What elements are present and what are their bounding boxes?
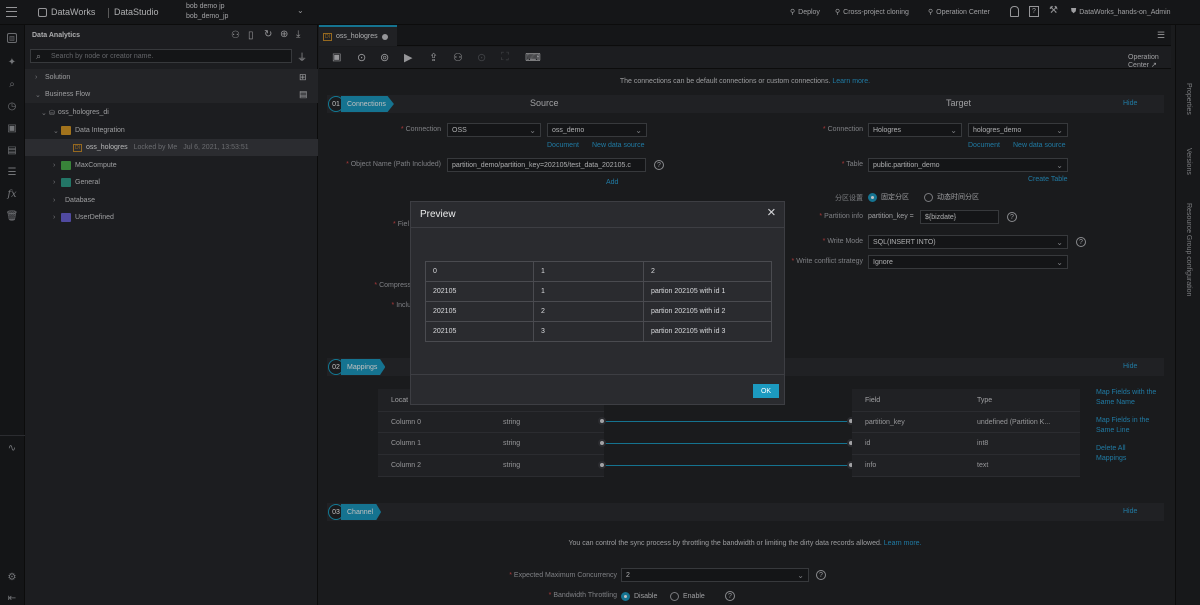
column-header: 1	[533, 261, 644, 282]
table-cell: 202105	[425, 321, 534, 342]
table-cell: 3	[533, 321, 644, 342]
table-header-row: 0 1 2	[425, 261, 772, 282]
table-cell: partion 202105 with id 2	[643, 301, 772, 322]
dialog-divider	[411, 227, 784, 228]
table-cell: 202105	[425, 281, 534, 302]
table-cell: 1	[533, 281, 644, 302]
preview-title: Preview	[420, 209, 456, 220]
dialog-footer-divider	[411, 374, 784, 375]
column-header: 0	[425, 261, 534, 282]
table-row: 202105 3 partion 202105 with id 3	[425, 321, 772, 342]
table-cell: 202105	[425, 301, 534, 322]
table-cell: partion 202105 with id 3	[643, 321, 772, 342]
preview-table: 0 1 2 202105 1 partion 202105 with id 1 …	[425, 261, 772, 342]
preview-dialog: Preview × 0 1 2 202105 1 partion 202105 …	[410, 201, 785, 405]
close-icon[interactable]: ×	[767, 204, 776, 221]
ok-button[interactable]: OK	[753, 384, 779, 398]
table-row: 202105 2 partion 202105 with id 2	[425, 301, 772, 322]
column-header: 2	[643, 261, 772, 282]
table-cell: 2	[533, 301, 644, 322]
table-row: 202105 1 partion 202105 with id 1	[425, 281, 772, 302]
table-cell: partion 202105 with id 1	[643, 281, 772, 302]
